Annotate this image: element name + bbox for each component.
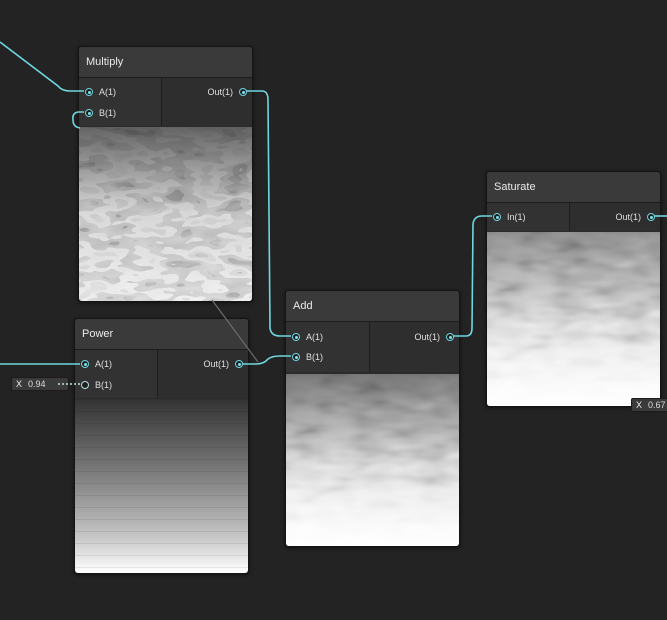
- multiply-output[interactable]: Out(1): [207, 85, 247, 99]
- saturate-preview: [487, 232, 660, 406]
- multiply-output-label: Out(1): [207, 87, 233, 97]
- saturate-input-in[interactable]: In(1): [493, 210, 526, 224]
- power-input-b[interactable]: B(1): [81, 378, 112, 392]
- multiply-node[interactable]: Multiply A(1) B(1) Out(1): [78, 46, 253, 302]
- multiply-preview: [79, 127, 252, 301]
- multiply-input-a[interactable]: A(1): [85, 85, 116, 99]
- multiply-input-b-label: B(1): [99, 108, 117, 118]
- power-node[interactable]: Power A(1) B(1) Out(1): [74, 318, 249, 574]
- input-socket-icon[interactable]: [81, 381, 89, 389]
- saturate-constant-field[interactable]: X 0.67: [631, 398, 667, 412]
- add-input-a[interactable]: A(1): [292, 330, 323, 344]
- add-input-a-label: A(1): [306, 332, 324, 342]
- input-socket-icon[interactable]: [85, 109, 93, 117]
- multiply-ports: A(1) B(1) Out(1): [79, 78, 252, 126]
- wire-offscreen-to-multiply-a: [0, 41, 84, 92]
- output-socket-icon[interactable]: [446, 333, 454, 341]
- multiply-input-b[interactable]: B(1): [85, 106, 116, 120]
- add-input-b-label: B(1): [306, 352, 324, 362]
- power-output[interactable]: Out(1): [203, 357, 243, 371]
- wire-power-out-to-add-b: [242, 355, 291, 365]
- add-node-title[interactable]: Add: [286, 291, 459, 322]
- add-output-label: Out(1): [414, 332, 440, 342]
- saturate-output[interactable]: Out(1): [615, 210, 655, 224]
- saturate-node[interactable]: Saturate In(1) Out(1): [486, 171, 661, 407]
- input-socket-icon[interactable]: [292, 333, 300, 341]
- power-ports: A(1) B(1) Out(1): [75, 350, 248, 398]
- add-input-b[interactable]: B(1): [292, 350, 323, 364]
- add-output[interactable]: Out(1): [414, 330, 454, 344]
- saturate-output-label: Out(1): [615, 212, 641, 222]
- constant-value[interactable]: 0.67: [648, 398, 666, 412]
- saturate-ports: In(1) Out(1): [487, 203, 660, 231]
- saturate-node-title[interactable]: Saturate: [487, 172, 660, 203]
- constant-axis-label: X: [636, 400, 643, 410]
- output-socket-icon[interactable]: [239, 88, 247, 96]
- input-socket-icon[interactable]: [292, 353, 300, 361]
- power-input-a-label: A(1): [95, 359, 113, 369]
- power-node-title[interactable]: Power: [75, 319, 248, 350]
- multiply-input-a-label: A(1): [99, 87, 117, 97]
- multiply-node-title[interactable]: Multiply: [79, 47, 252, 78]
- power-input-b-label: B(1): [95, 380, 113, 390]
- add-node[interactable]: Add A(1) B(1) Out(1): [285, 290, 460, 547]
- constant-value[interactable]: 0.94: [28, 377, 46, 391]
- power-preview: [75, 399, 248, 573]
- power-b-constant-field[interactable]: X 0.94: [11, 377, 69, 391]
- power-output-label: Out(1): [203, 359, 229, 369]
- output-socket-icon[interactable]: [235, 360, 243, 368]
- add-preview: [286, 374, 459, 546]
- add-ports: A(1) B(1) Out(1): [286, 322, 459, 372]
- input-socket-icon[interactable]: [85, 88, 93, 96]
- constant-axis-label: X: [16, 379, 23, 389]
- input-socket-icon[interactable]: [493, 213, 501, 221]
- input-socket-icon[interactable]: [81, 360, 89, 368]
- saturate-input-label: In(1): [507, 212, 526, 222]
- power-input-a[interactable]: A(1): [81, 357, 112, 371]
- output-socket-icon[interactable]: [647, 213, 655, 221]
